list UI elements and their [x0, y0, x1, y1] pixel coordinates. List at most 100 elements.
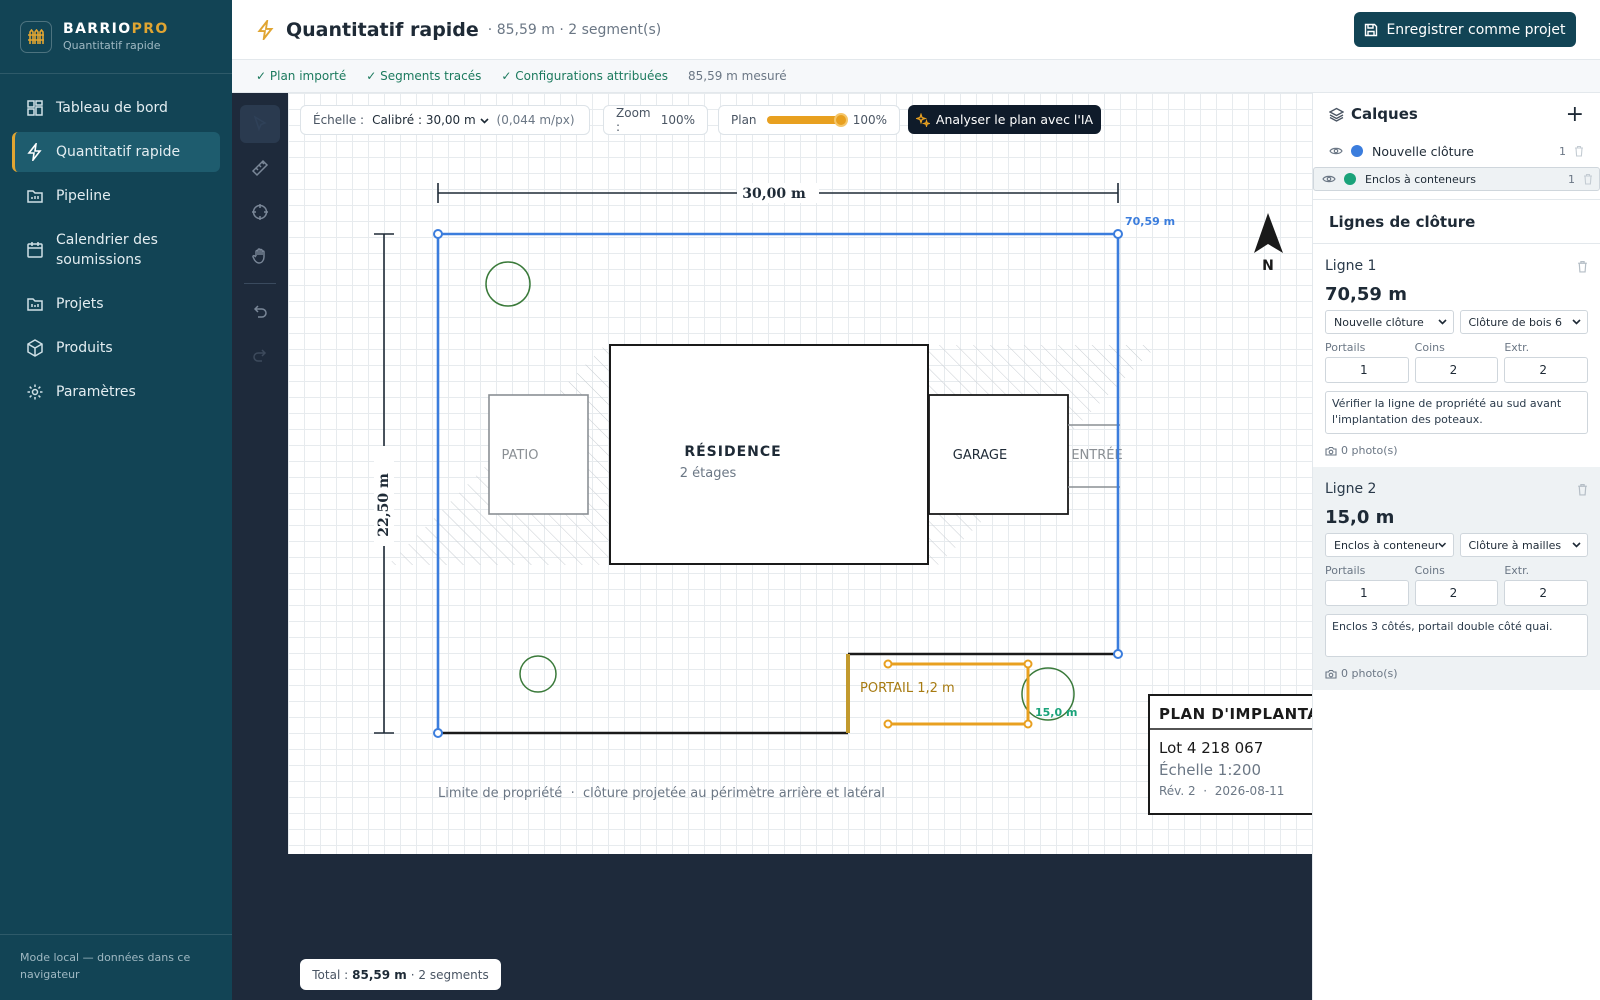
title-block-scale: Échelle 1:200: [1159, 760, 1261, 779]
camera-icon: [1325, 669, 1337, 679]
plan-opacity-thumb[interactable]: [833, 113, 848, 127]
measure-tool[interactable]: [240, 149, 280, 187]
nav-label: Projets: [56, 296, 104, 312]
corners-input[interactable]: 2: [1414, 357, 1499, 383]
fence-line-selects: Enclos à conteneurs Clôture à mailles: [1325, 533, 1588, 557]
trash-icon[interactable]: [1583, 173, 1593, 185]
nav-item-quick-takeoff[interactable]: Quantitatif rapide: [12, 132, 220, 172]
add-layer-button[interactable]: +: [1566, 102, 1584, 127]
layer-item[interactable]: Nouvelle clôture 1: [1313, 135, 1600, 167]
layer-item[interactable]: Enclos à conteneurs 1: [1313, 167, 1600, 191]
analyze-plan-ai-button[interactable]: Analyser le plan avec l'IA: [908, 105, 1101, 134]
zoom-indicator[interactable]: Zoom : 100%: [603, 105, 708, 135]
fence-line-card[interactable]: Ligne 2 15,0 m Enclos à conteneurs Clôtu…: [1313, 467, 1600, 690]
fence-line-1-handle[interactable]: [1113, 649, 1123, 659]
ends-input[interactable]: 2: [1504, 580, 1589, 606]
redo-button[interactable]: [240, 336, 280, 374]
properties-panel: Calques + Nouvelle clôture 1 Enclos à co…: [1312, 93, 1600, 1000]
layer-select[interactable]: Nouvelle clôture: [1325, 310, 1454, 334]
corners-input[interactable]: 2: [1414, 580, 1499, 606]
trash-icon[interactable]: [1574, 145, 1584, 157]
garage-label: GARAGE: [953, 448, 1007, 463]
nav-item-calendar[interactable]: Calendrier des soumissions: [12, 220, 220, 280]
brand-subtitle: Quantitatif rapide: [63, 39, 161, 52]
gates-input[interactable]: 1: [1325, 580, 1409, 606]
fence-lines-title: Lignes de clôture: [1313, 199, 1600, 244]
scale-control: Échelle : Calibré : 30,00 m (0,044 m/px): [300, 105, 590, 135]
layers-title: Calques: [1351, 105, 1418, 123]
save-label: Enregistrer comme projet: [1386, 21, 1566, 38]
sparkles-icon: [915, 112, 930, 127]
crosshair-icon: [252, 204, 268, 220]
undo-button[interactable]: [240, 292, 280, 330]
fence-line-2-handle[interactable]: [883, 659, 893, 669]
fence-line-1-handle[interactable]: [1113, 229, 1123, 239]
scale-label: Échelle :: [313, 113, 365, 127]
bolt-icon: [257, 19, 274, 40]
total-label: Total :: [312, 967, 349, 982]
storage-mode-note: Mode local — données dans ce navigateur: [0, 934, 232, 1000]
nav-item-products[interactable]: Produits: [12, 328, 220, 368]
nav-item-settings[interactable]: Paramètres: [12, 372, 220, 412]
notes-textarea[interactable]: Vérifier la ligne de propriété au sud av…: [1325, 391, 1588, 434]
redo-icon: [253, 349, 267, 362]
nav-label: Quantitatif rapide: [56, 144, 181, 160]
scale-select[interactable]: Calibré : 30,00 m: [372, 113, 489, 127]
fence-line-1-handle[interactable]: [433, 229, 443, 239]
trash-icon[interactable]: [1577, 483, 1588, 496]
nav-item-dashboard[interactable]: Tableau de bord: [12, 88, 220, 128]
calibrate-tool[interactable]: [240, 193, 280, 231]
gates-input[interactable]: 1: [1325, 357, 1409, 383]
product-select[interactable]: Clôture à mailles: [1459, 533, 1588, 557]
floors-label: 2 étages: [680, 466, 737, 481]
undo-icon: [253, 305, 267, 318]
title-block-title: PLAN D'IMPLANTA: [1159, 705, 1312, 723]
fence-line-1-handle[interactable]: [433, 728, 443, 738]
product-select[interactable]: Clôture de bois 6: [1459, 310, 1588, 334]
plan-opacity-slider[interactable]: [766, 113, 848, 127]
pan-tool[interactable]: [240, 237, 280, 275]
select-tool[interactable]: [240, 105, 280, 143]
layer-name: Nouvelle clôture: [1372, 143, 1474, 159]
site-plan-drawing[interactable]: RÉSIDENCE 2 étages PATIO GARAGE ENTRÉE 3…: [288, 93, 1312, 854]
photos-button[interactable]: 0 photo(s): [1325, 444, 1588, 457]
fence-line-2-handle[interactable]: [883, 719, 893, 729]
scale-ratio: (0,044 m/px): [496, 113, 575, 127]
fence-line-2-length: 15,0 m: [1035, 706, 1077, 719]
fence-line-2-handle[interactable]: [1023, 719, 1033, 729]
ends-input[interactable]: 2: [1504, 357, 1589, 383]
title-block-revision: Rév. 2 · 2026-08-11: [1159, 784, 1284, 798]
ends-label: Extr.: [1504, 564, 1530, 577]
trash-icon[interactable]: [1577, 260, 1588, 273]
dimension-top-label: 30,00 m: [742, 186, 806, 202]
fence-line-name: Ligne 2: [1325, 481, 1377, 497]
plan-canvas[interactable]: RÉSIDENCE 2 étages PATIO GARAGE ENTRÉE 3…: [288, 93, 1312, 854]
save-as-project-button[interactable]: Enregistrer comme projet: [1354, 12, 1576, 47]
projects-icon: [27, 298, 43, 311]
fence-line-counts: Portails 1 Coins 2 Extr. 2: [1325, 564, 1589, 606]
eye-icon[interactable]: [1329, 146, 1343, 156]
layer-select[interactable]: Enclos à conteneurs: [1325, 533, 1454, 557]
plan-opacity-fill: [766, 116, 841, 124]
fence-line-2-handle[interactable]: [1023, 659, 1033, 669]
main-nav: Tableau de bord Quantitatif rapide Pipel…: [0, 74, 232, 412]
ruler-icon: [251, 159, 269, 177]
box-icon: [27, 339, 43, 357]
gates-label: Portails: [1325, 564, 1366, 577]
toolbar-divider: [244, 283, 276, 284]
nav-label: Calendrier des soumissions: [56, 232, 158, 268]
notes-textarea[interactable]: Enclos 3 côtés, portail double côté quai…: [1325, 614, 1588, 657]
layer-count: 1: [1568, 172, 1575, 186]
nav-label: Paramètres: [56, 384, 136, 400]
fence-line-selects: Nouvelle clôture Clôture de bois 6: [1325, 310, 1588, 334]
photos-count: 0 photo(s): [1341, 444, 1398, 457]
nav-item-projects[interactable]: Projets: [12, 284, 220, 324]
photos-button[interactable]: 0 photo(s): [1325, 667, 1588, 680]
fence-line-header: Ligne 1: [1325, 258, 1588, 274]
eye-icon[interactable]: [1322, 174, 1336, 184]
camera-icon: [1325, 446, 1337, 456]
layers-header: Calques +: [1313, 93, 1600, 135]
nav-item-pipeline[interactable]: Pipeline: [12, 176, 220, 216]
fence-logo-icon: [20, 20, 52, 53]
fence-line-card[interactable]: Ligne 1 70,59 m Nouvelle clôture Clôture…: [1313, 244, 1600, 467]
